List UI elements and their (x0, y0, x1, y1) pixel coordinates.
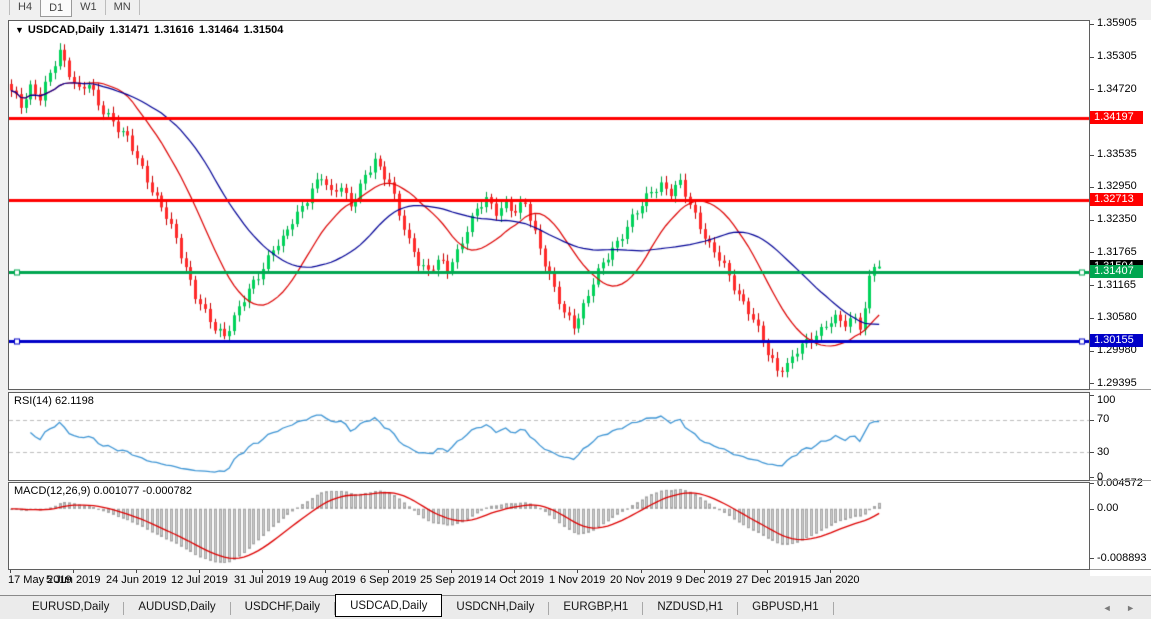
axis-separator (1090, 569, 1151, 570)
date-label: 12 Jul 2019 (171, 574, 228, 586)
hline-price-tag: 1.32713 (1090, 193, 1143, 206)
timeframe-tab-d1[interactable]: D1 (40, 0, 72, 17)
date-tick (262, 570, 263, 573)
date-tick (325, 570, 326, 573)
axis-separator (1090, 480, 1151, 481)
date-tick (388, 570, 389, 573)
axis-separator (1090, 389, 1151, 390)
date-tick (514, 570, 515, 573)
date-label: 24 Jun 2019 (106, 574, 167, 586)
hline-price-tag: 1.34197 (1090, 111, 1143, 124)
rsi-panel: RSI(14) 62.1198 (8, 392, 1090, 481)
rsi-canvas[interactable] (9, 393, 1089, 480)
date-label: 20 Nov 2019 (610, 574, 672, 586)
macd-canvas[interactable] (9, 483, 1089, 569)
date-label: 27 Dec 2019 (736, 574, 798, 586)
price-axis[interactable]: 1.359051.353051.347201.341351.335351.329… (1090, 20, 1151, 576)
date-tick (10, 570, 11, 573)
date-tick (704, 570, 705, 573)
date-tick (73, 570, 74, 573)
symbol-tab-eurusd[interactable]: EURUSD,Daily (18, 597, 123, 616)
tab-separator (833, 602, 834, 615)
date-label: 9 Dec 2019 (676, 574, 732, 586)
symbol-tab-usdcad[interactable]: USDCAD,Daily (335, 594, 442, 617)
symbol-tab-usdcnh[interactable]: USDCNH,Daily (442, 597, 548, 616)
timeframe-tabstrip: H4D1W1MN (0, 0, 1151, 17)
hline-price-tag: 1.30155 (1090, 334, 1143, 347)
date-label: 25 Sep 2019 (420, 574, 482, 586)
timeframe-tab-h4[interactable]: H4 (9, 0, 41, 15)
symbol-tabstrip: EURUSD,DailyAUDUSD,DailyUSDCHF,DailyUSDC… (0, 595, 1151, 619)
timeframe-tab-mn[interactable]: MN (106, 0, 140, 15)
tab-scroll-left-icon[interactable]: ◄ (1103, 603, 1112, 613)
symbol-tab-audusd[interactable]: AUDUSD,Daily (124, 597, 229, 616)
date-label: 31 Jul 2019 (234, 574, 291, 586)
date-tick (641, 570, 642, 573)
date-tick (767, 570, 768, 573)
symbol-tab-eurgbp[interactable]: EURGBP,H1 (549, 597, 642, 616)
tab-scroll-right-icon[interactable]: ► (1126, 603, 1135, 613)
symbol-tab-nzdusd[interactable]: NZDUSD,H1 (643, 597, 737, 616)
timeframe-tab-w1[interactable]: W1 (72, 0, 106, 15)
price-chart-panel: ▼USDCAD,Daily1.314711.316161.314641.3150… (8, 20, 1090, 390)
macd-panel: MACD(12,26,9) 0.001077 -0.000782 (8, 482, 1090, 570)
date-tick (199, 570, 200, 573)
date-tick (577, 570, 578, 573)
symbol-tab-gbpusd[interactable]: GBPUSD,H1 (738, 597, 832, 616)
date-tick (451, 570, 452, 573)
date-label: 6 Sep 2019 (360, 574, 416, 586)
tab-scroll-arrows: ◄ ► (1091, 603, 1135, 613)
mt4-window: { "window": { "timeframe_tabs": [ {"labe… (0, 0, 1151, 619)
date-label: 19 Aug 2019 (294, 574, 356, 586)
date-axis[interactable]: 17 May 20195 Jun 201924 Jun 201912 Jul 2… (8, 570, 1090, 590)
date-tick (136, 570, 137, 573)
date-label: 1 Nov 2019 (549, 574, 605, 586)
date-tick (830, 570, 831, 573)
date-label: 15 Jan 2020 (799, 574, 860, 586)
hline-price-tag: 1.31407 (1090, 265, 1143, 278)
price-chart-canvas[interactable] (9, 21, 1089, 389)
date-label: 14 Oct 2019 (484, 574, 544, 586)
date-label: 5 Jun 2019 (46, 574, 100, 586)
symbol-tab-usdchf[interactable]: USDCHF,Daily (231, 597, 334, 616)
